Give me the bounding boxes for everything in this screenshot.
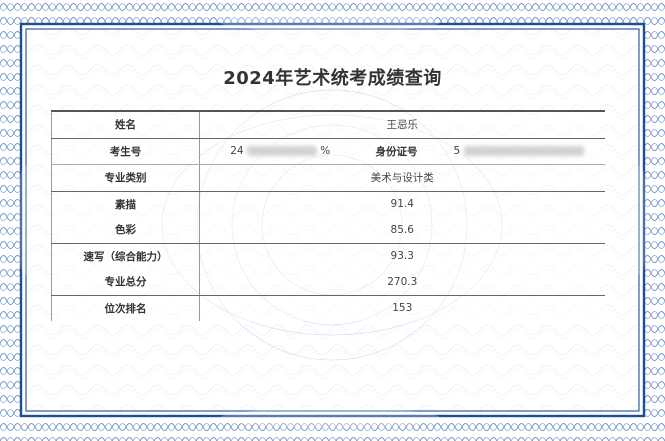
speed-sketch-label: 速写（综合能力） [51,243,200,269]
table-row: 姓名 王忌乐 [51,110,605,139]
id-number-label: 身份证号 [360,138,433,165]
table-row: 素描 91.4 [51,191,605,217]
sketch-label: 素描 [51,191,200,217]
table-row: 专业类别 美术与设计类 [51,164,605,192]
table-row: 专业总分 270.3 [51,269,605,296]
redaction-mask [463,146,584,157]
table-row: 速写（综合能力） 93.3 [51,243,605,269]
exam-number-label: 考生号 [51,138,200,165]
rank-value: 153 [199,295,605,321]
total-label: 专业总分 [51,269,200,296]
exam-number-value: 24 % [199,138,361,165]
page-title: 2024年艺术统考成绩查询 [223,68,442,89]
color-score: 85.6 [199,217,605,244]
exam-number-visible-digits: 24 [230,145,244,158]
exam-number-tail: % [320,145,331,158]
total-score: 270.3 [199,269,605,296]
redaction-mask [246,146,317,157]
speed-sketch-score: 93.3 [199,243,605,269]
id-number-visible-digit: 5 [453,145,461,158]
category-label: 专业类别 [51,164,200,192]
rank-label: 位次排名 [51,295,200,321]
category-value: 美术与设计类 [199,164,605,192]
table-row: 色彩 85.6 [51,217,605,244]
certificate: 2024年艺术统考成绩查询 姓名 王忌乐 考生号 24 % 身份证号 5 专业类… [0,0,665,441]
table-row: 位次排名 153 [51,295,605,321]
sketch-score: 91.4 [199,191,605,217]
score-table: 姓名 王忌乐 考生号 24 % 身份证号 5 专业类别 美术与设计类 素描 91… [51,110,605,321]
content-area: 2024年艺术统考成绩查询 姓名 王忌乐 考生号 24 % 身份证号 5 专业类… [28,30,637,408]
table-row: 考生号 24 % 身份证号 5 [51,138,605,165]
name-label: 姓名 [51,110,200,139]
id-number-value: 5 [432,138,605,165]
color-label: 色彩 [51,217,200,244]
name-value: 王忌乐 [199,110,605,139]
